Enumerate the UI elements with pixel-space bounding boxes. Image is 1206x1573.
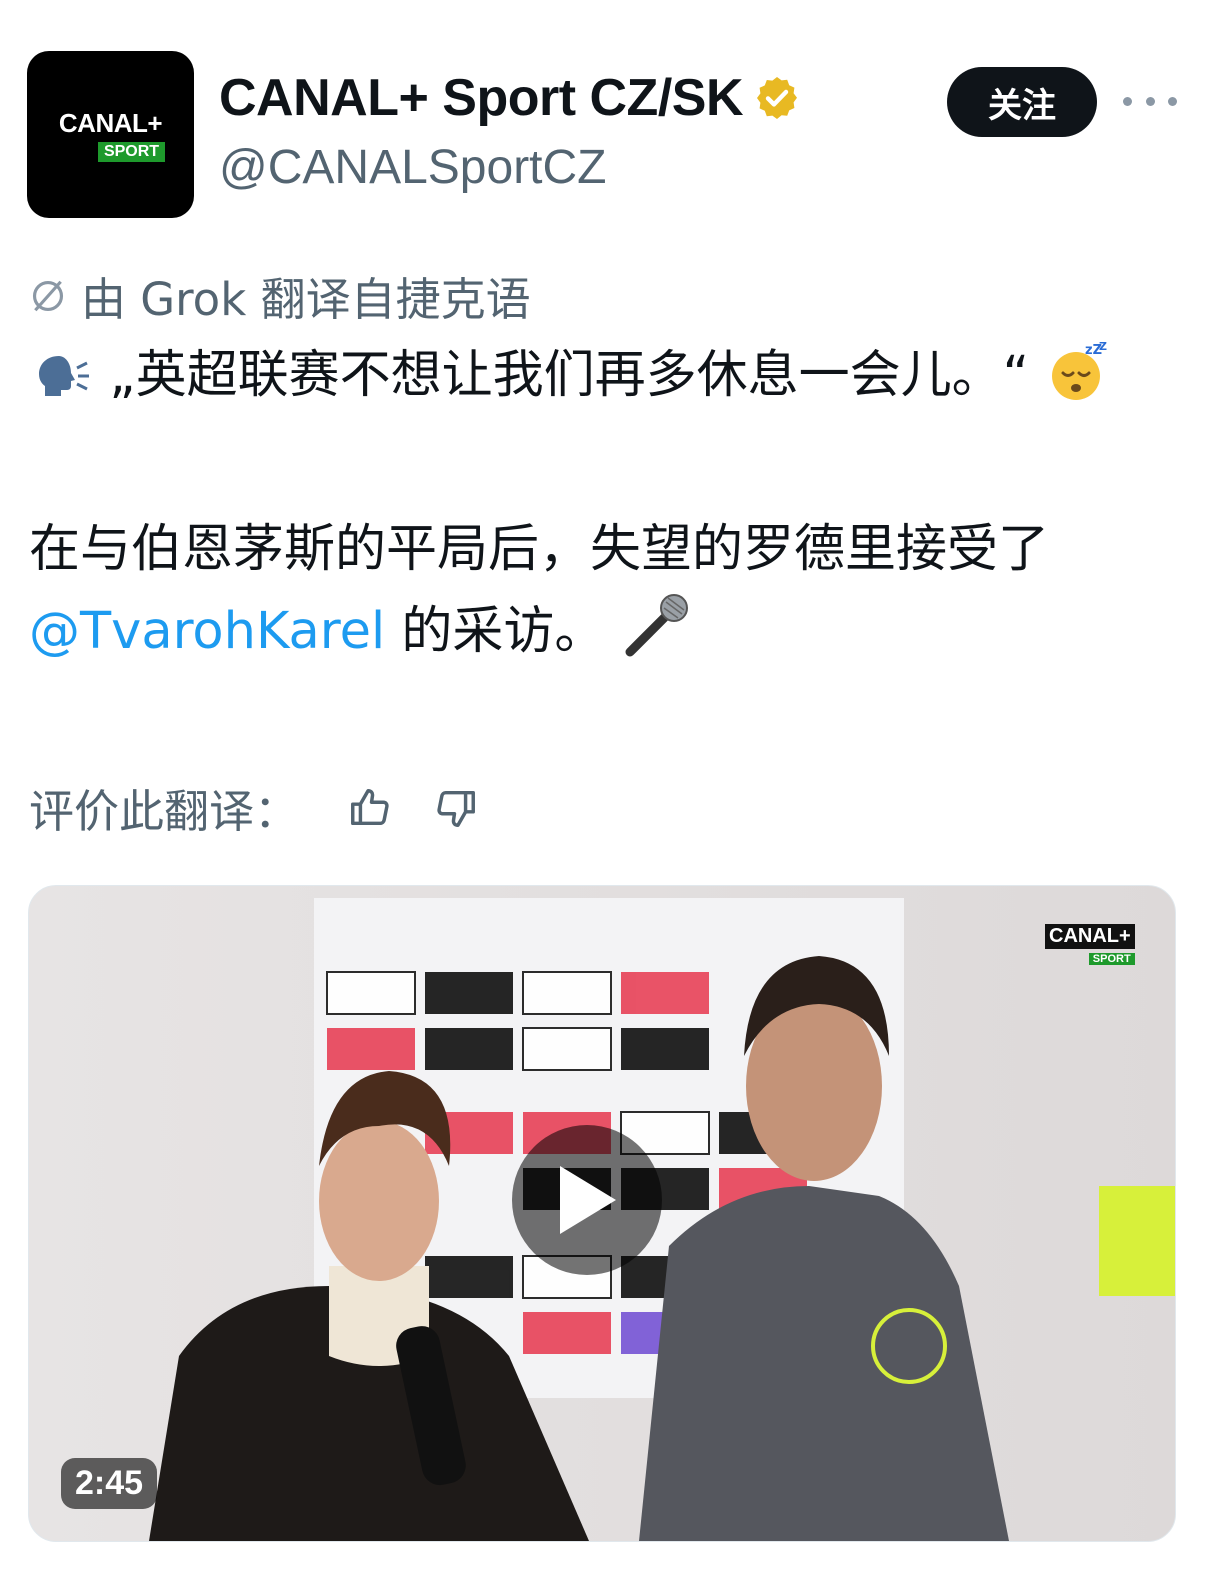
video-duration: 2:45 <box>61 1458 158 1509</box>
more-options-icon[interactable] <box>1123 86 1177 116</box>
video-player[interactable]: CANAL+ SPORT 2:45 <box>28 885 1176 1542</box>
follow-button[interactable]: 关注 <box>947 67 1097 137</box>
tweet-text: „英超联赛不想让我们再多休息一会儿。“ zZ Z 在与伯恩茅斯的平局后，失望的罗德… <box>29 335 1189 683</box>
verified-badge-icon <box>757 77 797 119</box>
video-watermark: CANAL+ SPORT <box>1045 924 1135 967</box>
avatar-brand-text: CANAL+ <box>58 107 163 138</box>
thumbs-up-icon[interactable] <box>347 785 393 831</box>
account-display-name[interactable]: CANAL+ Sport CZ/SK <box>219 68 801 128</box>
play-button[interactable] <box>512 1125 662 1275</box>
grok-icon <box>32 280 64 311</box>
quote-text: „英超联赛不想让我们再多休息一会儿。“ <box>109 346 1030 405</box>
tweet-line2-suffix: 的采访。 <box>385 602 606 661</box>
display-name-text: CANAL+ Sport CZ/SK <box>219 69 744 127</box>
speaking-head-icon <box>29 345 93 427</box>
play-icon <box>560 1166 616 1234</box>
watermark-sub: SPORT <box>1088 953 1135 965</box>
microphone-icon <box>622 592 692 683</box>
svg-text:Z: Z <box>1099 340 1107 353</box>
sleeping-face-icon: zZ Z <box>1045 340 1111 427</box>
rate-translation-label: 评价此翻译： <box>29 785 300 838</box>
account-avatar[interactable]: CANAL+ SPORT <box>27 51 194 218</box>
tweet-line2-prefix: 在与伯恩茅斯的平局后，失望的罗德里接受了 <box>29 520 1050 579</box>
thumbs-down-icon[interactable] <box>433 785 479 831</box>
translation-note: 由 Grok 翻译自捷克语 <box>29 263 531 328</box>
translation-note-text: 由 Grok 翻译自捷克语 <box>81 273 531 326</box>
tweet-paragraph-1: „英超联赛不想让我们再多休息一会儿。“ zZ Z <box>29 335 1189 427</box>
tweet-paragraph-2: 在与伯恩茅斯的平局后，失望的罗德里接受了 @TvarohKarel 的采访。 <box>29 509 1189 683</box>
mention-link[interactable]: @TvarohKarel <box>29 602 385 661</box>
rate-translation: 评价此翻译： <box>29 775 479 840</box>
watermark-brand: CANAL+ <box>1045 924 1135 949</box>
account-handle[interactable]: @CANALSportCZ <box>219 140 607 195</box>
avatar-sub-text: SPORT <box>97 141 166 162</box>
